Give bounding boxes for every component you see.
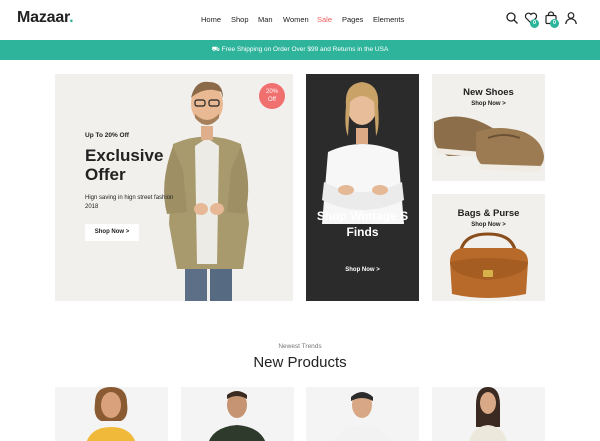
nav-home[interactable]: Home (201, 15, 221, 24)
vintage-banner[interactable]: Shop Wintage S Finds Shop Now > (306, 74, 419, 301)
product-image (333, 392, 391, 441)
header-actions: 0 0 (502, 11, 582, 29)
wishlist-count-badge: 0 (530, 19, 539, 28)
bags-banner[interactable]: Bags & Purse Shop Now > (432, 194, 545, 301)
nav-sale[interactable]: Sale (317, 15, 332, 24)
product-image (469, 387, 507, 441)
hero-banner[interactable]: 20% Off Up To 20% Off Exclusive Offer Hig… (55, 74, 293, 301)
nav-women[interactable]: Women (283, 15, 309, 24)
product-card[interactable] (432, 387, 545, 441)
hero-model-image (164, 81, 249, 301)
section-subtitle: Newest Trends (278, 343, 322, 350)
shoes-image (434, 116, 544, 172)
truck-icon: ⛟ (211, 46, 220, 53)
bag-image (450, 232, 528, 298)
search-icon[interactable] (505, 11, 519, 25)
brand-logo[interactable]: Mazaar. (17, 9, 74, 27)
vintage-banner-title: Shop Wintage S Finds (316, 209, 409, 239)
product-card[interactable] (181, 387, 294, 441)
nav-shop[interactable]: Shop (231, 15, 249, 24)
discount-badge: 20% Off (259, 83, 285, 109)
promo-text: Free Shipping on Order Over $99 and Retu… (221, 46, 389, 53)
hero-title: Exclusive Offer (85, 146, 164, 184)
hero-subtitle: Up To 20% Off (85, 132, 129, 139)
hero-shop-now-button[interactable]: Shop Now > (85, 224, 139, 241)
nav-pages[interactable]: Pages (342, 15, 363, 24)
user-icon[interactable] (564, 11, 578, 25)
vintage-shop-now-link[interactable]: Shop Now > (306, 267, 419, 273)
product-card[interactable] (306, 387, 419, 441)
cart-count-badge: 0 (550, 19, 559, 28)
product-image (86, 387, 136, 441)
cart-icon[interactable]: 0 (544, 11, 559, 28)
product-card[interactable] (55, 387, 168, 441)
site-header: Mazaar. Home Shop Man Women Sale Pages E… (0, 0, 600, 40)
hero-description: Hign saving in hign street fashion 2018 (85, 195, 174, 210)
heart-icon[interactable]: 0 (524, 11, 539, 28)
product-image (208, 391, 266, 441)
shipping-promo-bar: ⛟ Free Shipping on Order Over $99 and Re… (0, 40, 600, 60)
nav-man[interactable]: Man (258, 15, 273, 24)
section-title: New Products (253, 354, 347, 371)
shoes-banner[interactable]: New Shoes Shop Now > (432, 74, 545, 181)
nav-elements[interactable]: Elements (373, 15, 404, 24)
